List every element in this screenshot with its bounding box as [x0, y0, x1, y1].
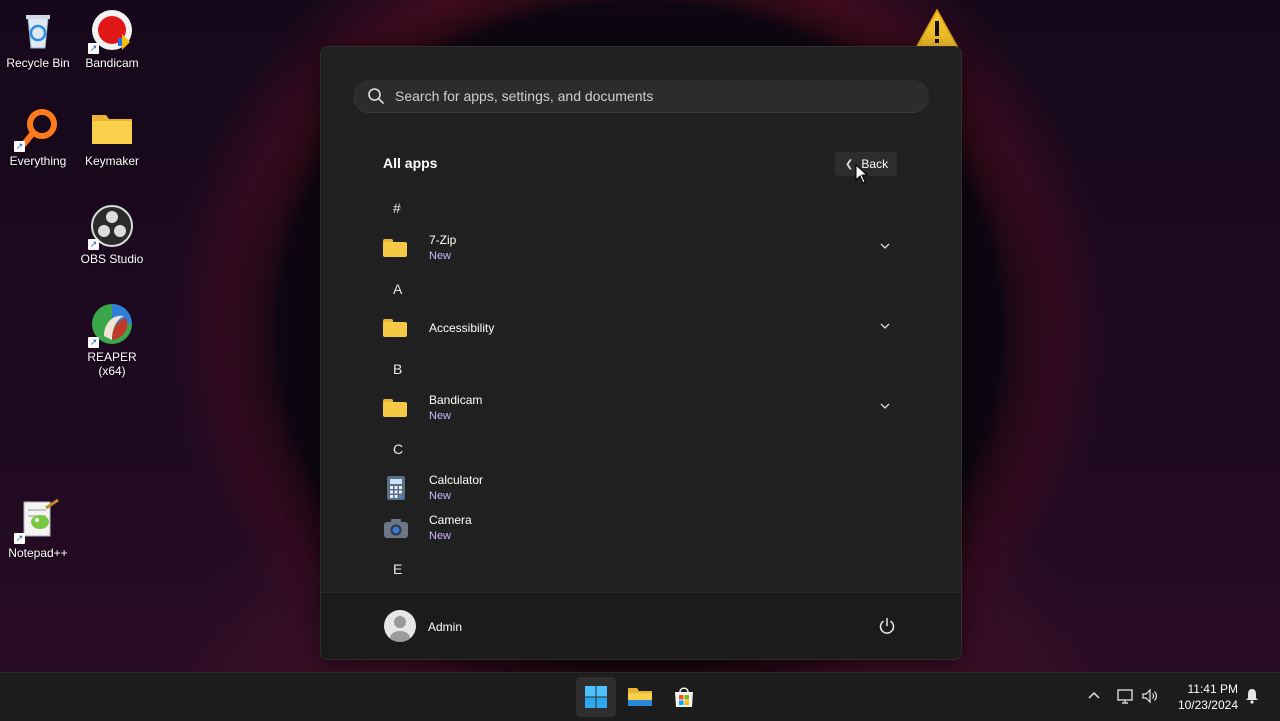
start-footer: Admin [321, 592, 961, 659]
app-item-bandicam[interactable]: Bandicam New [377, 388, 905, 428]
desktop-icon-label: Bandicam [85, 56, 139, 70]
chevron-down-icon[interactable] [879, 240, 891, 252]
section-letter[interactable]: B [393, 361, 402, 377]
all-apps-title: All apps [383, 155, 438, 171]
section-letter[interactable]: A [393, 281, 402, 297]
app-name: Bandicam [429, 393, 483, 407]
desktop-icon-label: Keymaker [84, 154, 140, 168]
taskbar-clock[interactable]: 11:41 PM 10/23/2024 [1168, 681, 1238, 713]
desktop-icon-label: REAPER (x64) [87, 350, 137, 378]
desktop-icon-recycle-bin[interactable]: Recycle Bin [0, 8, 76, 70]
app-new-badge: New [429, 250, 452, 262]
file-explorer-icon [628, 688, 652, 706]
section-letter[interactable]: C [393, 441, 403, 457]
chevron-down-icon[interactable] [879, 400, 891, 412]
microsoft-store-button[interactable] [664, 677, 704, 717]
app-new-badge: New [429, 530, 452, 542]
shortcut-arrow-icon: ↗ [88, 239, 99, 250]
folder-icon [90, 106, 134, 150]
app-name: Calculator [429, 473, 484, 487]
desktop-icon-label: Recycle Bin [6, 56, 70, 70]
app-name: Accessibility [429, 321, 495, 335]
volume-icon[interactable] [1141, 687, 1159, 705]
file-explorer-button[interactable] [620, 677, 660, 717]
calculator-icon [383, 475, 409, 501]
section-letter[interactable]: E [393, 561, 402, 577]
app-item-calculator[interactable]: Calculator New [377, 468, 905, 508]
network-icon[interactable] [1116, 687, 1134, 705]
desktop-icon-bandicam[interactable]: ↗ Bandicam [74, 8, 150, 70]
app-item-camera[interactable]: Camera New [377, 508, 905, 548]
warning-icon [914, 8, 960, 50]
taskbar: 11:41 PM 10/23/2024 [0, 672, 1280, 721]
obs-icon: ↗ [88, 204, 134, 250]
shortcut-arrow-icon: ↗ [88, 337, 99, 348]
user-name[interactable]: Admin [428, 620, 462, 634]
mouse-cursor-icon [855, 164, 869, 184]
power-icon[interactable] [878, 617, 896, 635]
chevron-down-icon[interactable] [879, 320, 891, 332]
windows-logo-icon [585, 686, 607, 708]
desktop-icon-label: Notepad++ [8, 546, 68, 560]
folder-icon [383, 315, 409, 341]
start-button[interactable] [576, 677, 616, 717]
shortcut-arrow-icon: ↗ [88, 43, 99, 54]
camera-icon [383, 515, 409, 541]
search-placeholder: Search for apps, settings, and documents [395, 88, 654, 104]
clock-date: 10/23/2024 [1177, 698, 1238, 712]
shortcut-arrow-icon: ↗ [14, 141, 25, 152]
chevron-up-icon[interactable] [1085, 687, 1103, 705]
desktop-icon-notepadpp[interactable]: ↗ Notepad++ [0, 498, 76, 560]
section-letter[interactable]: # [393, 200, 401, 216]
chevron-left-icon: ❮ [845, 158, 854, 170]
store-icon [675, 687, 693, 707]
app-item-accessibility[interactable]: Accessibility [377, 308, 905, 348]
recycle-bin-icon [16, 8, 60, 52]
search-box[interactable]: Search for apps, settings, and documents [353, 80, 929, 113]
reaper-icon: ↗ [88, 302, 134, 348]
app-name: Camera [429, 513, 472, 527]
desktop-icon-label: Everything [9, 154, 67, 168]
app-new-badge: New [429, 410, 452, 422]
notepadpp-icon: ↗ [14, 498, 60, 544]
desktop-icon-keymaker[interactable]: Keymaker [74, 106, 150, 168]
clock-time: 11:41 PM [1187, 682, 1238, 696]
magnifier-orange-icon: ↗ [14, 106, 60, 152]
search-icon [367, 87, 385, 105]
start-menu: Search for apps, settings, and documents… [320, 46, 962, 660]
shortcut-arrow-icon: ↗ [14, 533, 25, 544]
app-new-badge: New [429, 490, 452, 502]
folder-icon [383, 235, 409, 261]
desktop-icon-obs-studio[interactable]: ↗ OBS Studio [74, 204, 150, 266]
user-avatar[interactable] [384, 610, 416, 642]
desktop-icon-label: OBS Studio [80, 252, 144, 266]
bandicam-icon: ↗ [88, 8, 134, 54]
folder-icon [383, 395, 409, 421]
app-name: 7-Zip [429, 233, 457, 247]
app-item-7zip[interactable]: 7-Zip New [377, 228, 905, 268]
notification-bell-icon[interactable] [1243, 687, 1261, 705]
desktop-icon-everything[interactable]: ↗ Everything [0, 106, 76, 168]
desktop-icon-reaper[interactable]: ↗ REAPER (x64) [74, 302, 150, 378]
